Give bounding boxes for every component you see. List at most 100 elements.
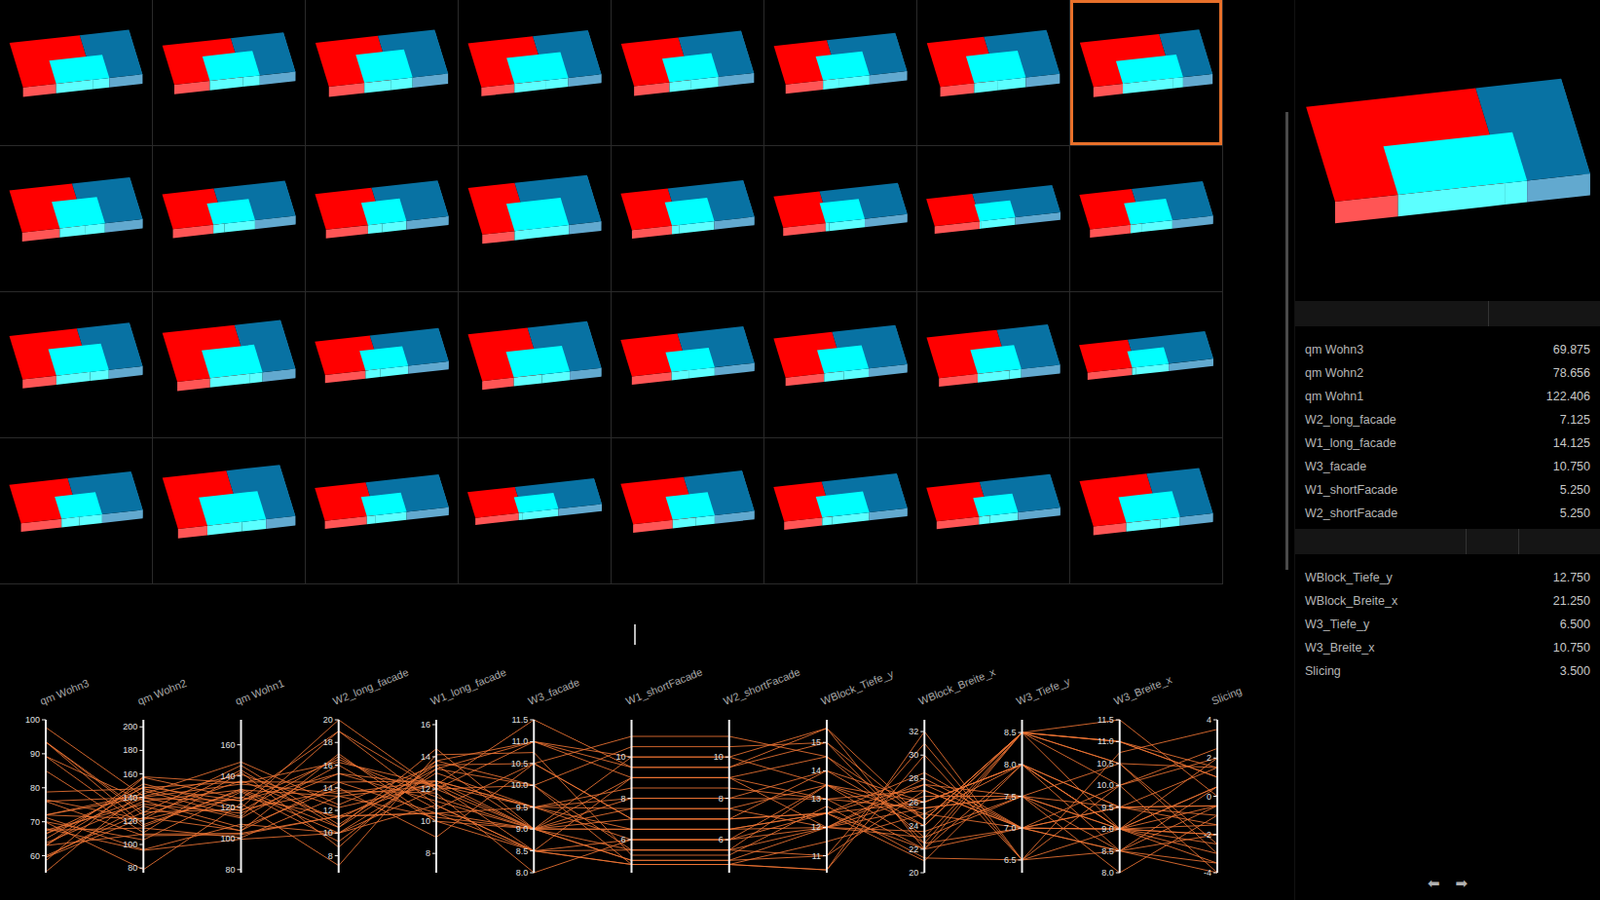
front-face	[1130, 223, 1143, 233]
axis-tick	[529, 784, 534, 786]
header-column[interactable]	[1466, 528, 1520, 555]
design-thumbnail[interactable]	[917, 146, 1071, 293]
front-face	[93, 77, 110, 90]
axis-line	[923, 719, 926, 873]
design-thumbnail[interactable]	[152, 146, 306, 293]
wohn3-roof	[514, 492, 559, 514]
header-column[interactable]	[1295, 528, 1467, 555]
wohn3-roof	[974, 200, 1016, 222]
design-thumbnail[interactable]	[0, 438, 153, 585]
building-model	[618, 21, 757, 106]
design-thumbnail[interactable]	[764, 0, 918, 147]
axis-tick	[334, 742, 339, 744]
tick-label: 140	[220, 771, 235, 782]
wohn1-roof	[926, 193, 981, 226]
design-thumbnail[interactable]	[611, 146, 765, 293]
tick-label: 12	[323, 805, 334, 816]
tick-label: 10.5	[1096, 758, 1115, 769]
axis-tick	[139, 867, 144, 869]
axis-tick	[237, 806, 242, 808]
axis-title: WBlock_Breite_x	[917, 665, 999, 707]
axis: 8.08.59.09.510.010.511.011.5W3_facade	[511, 675, 582, 878]
scrollbar[interactable]	[1223, 0, 1295, 611]
design-thumbnail[interactable]	[152, 0, 306, 147]
tick-label: 11.5	[511, 714, 528, 725]
axis-tick	[529, 741, 534, 743]
tick-label: 6	[718, 834, 724, 845]
design-thumbnail[interactable]	[458, 292, 612, 439]
front-face	[367, 515, 376, 524]
header-column[interactable]	[1295, 300, 1489, 327]
tick-label: 16	[323, 760, 334, 771]
design-thumbnail[interactable]	[152, 438, 306, 585]
design-thumbnail[interactable]	[917, 292, 1071, 439]
design-thumbnail[interactable]	[917, 0, 1071, 147]
next-button[interactable]: ➡	[1451, 872, 1473, 894]
design-thumbnail[interactable]	[1070, 0, 1224, 147]
tick-label: 160	[122, 769, 138, 780]
input-row: W3_Tiefe_y 6.500	[1304, 612, 1591, 636]
design-thumbnail[interactable]	[1070, 146, 1224, 293]
previous-button[interactable]: ⬅	[1423, 872, 1445, 894]
design-thumbnail[interactable]	[1070, 292, 1224, 439]
design-thumbnail[interactable]	[764, 292, 918, 439]
tick-label: 200	[122, 721, 138, 732]
wohn3-roof	[666, 491, 715, 520]
axis: -4-2024Slicing	[1203, 684, 1244, 878]
building-model	[771, 167, 910, 252]
tick-label: 70	[30, 817, 40, 827]
design-thumbnail[interactable]	[1070, 438, 1224, 585]
axis-title: W1_shortFacade	[624, 665, 705, 707]
output-row: W2_long_facade 7.125	[1304, 408, 1591, 432]
wohn3-roof	[816, 51, 870, 81]
tick-label: 8.0	[1101, 867, 1115, 878]
tick-label: 180	[122, 744, 138, 755]
design-thumbnail[interactable]	[305, 292, 459, 439]
output-value: 122.406	[1546, 389, 1591, 404]
design-thumbnail[interactable]	[0, 292, 153, 439]
design-thumbnail[interactable]	[764, 146, 918, 293]
output-label: W2_shortFacade	[1304, 506, 1398, 521]
design-thumbnail[interactable]	[0, 146, 153, 293]
design-thumbnail[interactable]	[458, 438, 612, 585]
axis-line	[1118, 719, 1121, 873]
detail-panel: qm Wohn3 69.875qm Wohn2 78.656qm Wohn1 1…	[1294, 0, 1600, 900]
design-thumbnail[interactable]	[305, 0, 459, 147]
tick-label: 8.5	[1101, 846, 1115, 856]
design-thumbnail[interactable]	[611, 292, 765, 439]
design-thumbnail[interactable]	[917, 438, 1071, 585]
input-label: WBlock_Breite_x	[1304, 594, 1398, 608]
axis-title: WBlock_Tiefe_y	[818, 667, 895, 707]
design-thumbnail[interactable]	[458, 0, 612, 147]
building-model	[924, 313, 1063, 398]
scrollbar-thumb[interactable]	[1285, 111, 1289, 570]
building-model	[6, 313, 146, 398]
building-model	[159, 313, 298, 398]
tick-label: 8	[425, 848, 431, 858]
axis-tick	[920, 872, 925, 874]
output-label: qm Wohn1	[1304, 389, 1364, 404]
input-label: W3_Breite_x	[1304, 640, 1376, 655]
design-thumbnail[interactable]	[458, 146, 612, 293]
splitter-handle[interactable]	[633, 624, 636, 645]
building-model	[618, 167, 757, 252]
tick-label: 80	[224, 864, 235, 875]
tick-label: 8.0	[516, 867, 529, 878]
design-thumbnail[interactable]	[764, 438, 918, 585]
design-thumbnail[interactable]	[152, 292, 306, 439]
design-thumbnail[interactable]	[0, 0, 153, 147]
tick-label: 9.0	[1101, 823, 1115, 834]
wohn2-roof	[819, 183, 908, 224]
axis-tick	[1116, 828, 1120, 830]
axis-tick	[334, 832, 339, 834]
tick-label: 8.5	[1004, 727, 1017, 738]
axis: 6810W2_shortFacade	[713, 665, 802, 873]
tick-label: 11	[812, 851, 821, 861]
design-thumbnail[interactable]	[611, 438, 765, 585]
design-thumbnail[interactable]	[305, 146, 459, 293]
wohn3-roof	[51, 196, 106, 228]
design-thumbnail[interactable]	[305, 438, 459, 585]
outputs-header	[1295, 300, 1600, 327]
design-thumbnail[interactable]	[611, 0, 765, 147]
wohn3-roof	[662, 53, 719, 83]
